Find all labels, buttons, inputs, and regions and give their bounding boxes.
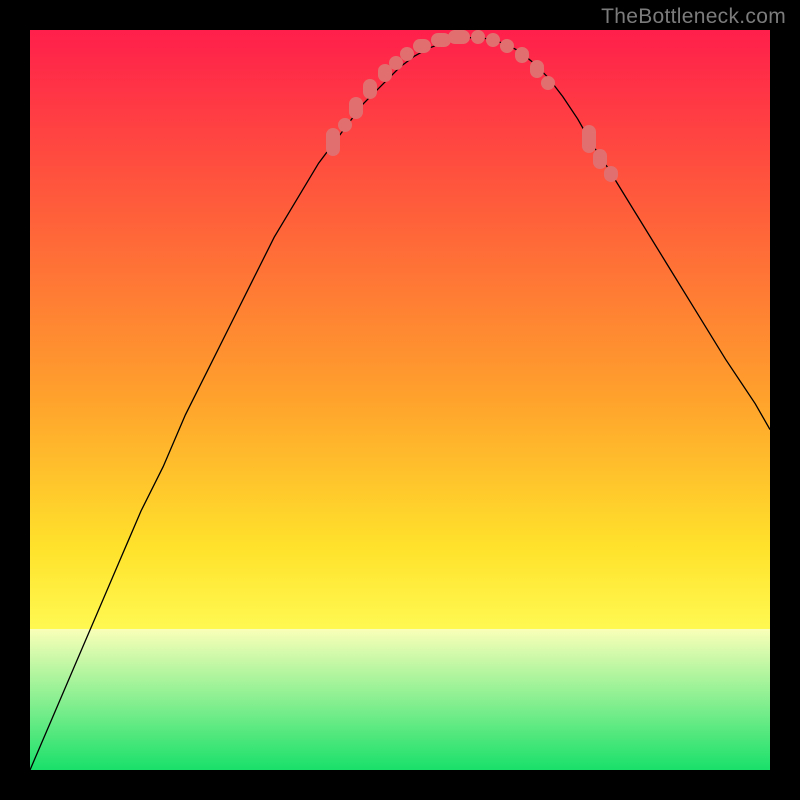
curve-marker bbox=[471, 30, 485, 44]
curve-marker bbox=[486, 33, 500, 47]
curve-marker bbox=[593, 149, 607, 169]
curve-marker bbox=[530, 60, 544, 78]
curve-marker bbox=[541, 76, 555, 90]
curve-marker bbox=[448, 30, 470, 44]
curve-marker bbox=[500, 39, 514, 53]
curve-marker bbox=[515, 47, 529, 63]
chart-frame: TheBottleneck.com bbox=[0, 0, 800, 800]
plot-area bbox=[30, 30, 770, 770]
curve-marker bbox=[326, 128, 340, 156]
curve-marker bbox=[349, 97, 363, 119]
curve-marker bbox=[338, 118, 352, 132]
curve-marker bbox=[413, 39, 431, 53]
curve-marker bbox=[400, 47, 414, 61]
curve-marker bbox=[604, 166, 618, 182]
curve-marker bbox=[582, 125, 596, 153]
watermark-text: TheBottleneck.com bbox=[601, 5, 786, 29]
marker-layer bbox=[30, 30, 770, 770]
curve-marker bbox=[363, 79, 377, 99]
